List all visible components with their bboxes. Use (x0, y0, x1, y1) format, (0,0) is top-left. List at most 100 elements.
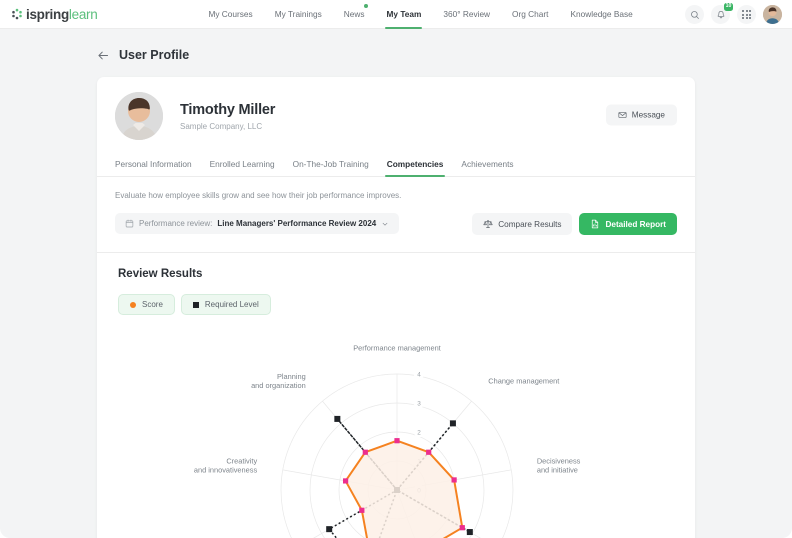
ispring-learn-logo[interactable]: ispringlearn (11, 6, 98, 22)
tab-on-the-job-training[interactable]: On-The-Job Training (284, 153, 378, 176)
radar-point-score (394, 438, 400, 444)
radar-tick-label: 3 (417, 401, 421, 408)
nav-item-knowledge-base[interactable]: Knowledge Base (559, 0, 643, 29)
radar-category-label: Change management (488, 377, 559, 386)
top-navigation-bar: ispringlearn My Courses My Trainings New… (0, 0, 792, 29)
tab-achievements[interactable]: Achievements (452, 153, 522, 176)
legend-chip-required-level[interactable]: Required Level (180, 294, 271, 315)
message-button[interactable]: Message (605, 104, 677, 126)
nav-label: Org Chart (512, 9, 549, 19)
radar-series-score (344, 439, 464, 538)
nav-links: My Courses My Trainings News My Team 360… (197, 0, 643, 29)
page-header: User Profile (0, 29, 792, 62)
tab-label: Enrolled Learning (209, 159, 275, 169)
radar-point-score (342, 478, 349, 484)
logo-text-ispring: ispring (26, 6, 69, 22)
radar-chart-svg: 01234Performance managementChange manage… (194, 344, 581, 538)
search-icon (690, 10, 699, 19)
message-button-label: Message (631, 110, 665, 120)
radar-category-label: Decisiveness (537, 456, 581, 465)
radar-category-label: Creativity (226, 456, 257, 465)
profile-company: Sample Company, LLC (180, 121, 263, 131)
black-square-icon (192, 301, 199, 308)
legend-label-score: Score (142, 300, 163, 309)
nav-label: News (343, 9, 365, 19)
profile-header: Timothy Miller Sample Company, LLC Messa… (97, 77, 695, 153)
tab-competencies[interactable]: Competencies (378, 153, 453, 177)
nav-label: My Courses (208, 9, 253, 19)
radar-point-score (451, 477, 457, 483)
chart-legend: Score Required Level (97, 280, 695, 315)
grid-apps-icon (741, 9, 752, 20)
radar-point-required-level (449, 420, 456, 427)
logo-text-learn: learn (68, 6, 98, 22)
tab-label: Competencies (386, 159, 444, 169)
radar-point-score (362, 449, 368, 455)
nav-item-my-team[interactable]: My Team (375, 0, 432, 29)
notification-badge: 10 (724, 3, 733, 11)
competencies-description: Evaluate how employee skills grow and se… (115, 191, 402, 200)
nav-item-my-courses[interactable]: My Courses (197, 0, 263, 29)
tab-label: Personal Information (115, 159, 192, 169)
radar-category-label: Performance management (353, 344, 441, 353)
radar-tick-label: 2 (417, 430, 421, 437)
tab-label: On-The-Job Training (292, 159, 369, 169)
ispring-flower-icon (12, 8, 22, 20)
tab-label: Achievements (461, 159, 514, 169)
profile-card: Timothy Miller Sample Company, LLC Messa… (97, 77, 695, 538)
nav-right-actions: 10 (685, 0, 782, 29)
envelope-icon (618, 112, 627, 118)
tab-personal-information[interactable]: Personal Information (115, 153, 201, 176)
chevron-down-icon (382, 222, 388, 226)
competency-radar-chart: 01234Performance managementChange manage… (97, 325, 695, 538)
apps-button[interactable] (737, 5, 756, 24)
nav-item-360-review[interactable]: 360° Review (432, 0, 501, 29)
radar-point-required-level (466, 529, 473, 536)
radar-tick-label: 4 (417, 372, 421, 379)
nav-label: Knowledge Base (570, 9, 633, 19)
nav-label: My Trainings (274, 9, 322, 19)
nav-item-my-trainings[interactable]: My Trainings (264, 0, 333, 29)
radar-point-score (459, 525, 465, 531)
tab-enrolled-learning[interactable]: Enrolled Learning (201, 153, 284, 176)
detailed-report-label: Detailed Report (605, 219, 666, 229)
bell-icon (717, 10, 724, 18)
news-notification-dot (364, 3, 369, 8)
radar-category-label: and initiative (537, 465, 578, 474)
notifications-button[interactable]: 10 (711, 3, 733, 24)
performance-review-label: Performance review: (139, 219, 213, 228)
radar-point-score (426, 449, 432, 455)
radar-point-score (359, 507, 365, 513)
compare-results-label: Compare Results (498, 219, 562, 229)
profile-tabs: Personal Information Enrolled Learning O… (97, 153, 695, 177)
nav-label: My Team (386, 9, 422, 19)
user-avatar-image (763, 5, 782, 24)
scales-icon (483, 220, 493, 228)
page-body: User Profile Timothy Miller Sample Compa (0, 29, 792, 538)
review-results-title: Review Results (118, 268, 203, 280)
nav-item-org-chart[interactable]: Org Chart (501, 0, 559, 29)
profile-info: Timothy Miller Sample Company, LLC (180, 102, 275, 131)
calendar-icon (125, 219, 134, 228)
compare-results-button[interactable]: Compare Results (472, 213, 573, 235)
nav-item-news[interactable]: News (333, 0, 376, 29)
competencies-action-buttons: Compare Results Detailed Report (472, 213, 677, 235)
performance-review-select[interactable]: Performance review: Line Managers' Perfo… (115, 213, 400, 234)
nav-label: 360° Review (443, 9, 491, 19)
profile-avatar (115, 92, 163, 140)
detailed-report-button[interactable]: Detailed Report (579, 213, 677, 235)
document-icon (592, 219, 599, 229)
app-root: ispringlearn My Courses My Trainings New… (0, 0, 792, 538)
performance-review-value: Line Managers' Performance Review 2024 (217, 219, 377, 228)
radar-category-label: and innovativeness (194, 465, 258, 474)
search-button[interactable] (685, 5, 704, 24)
radar-point-required-level (334, 415, 341, 422)
avatar[interactable] (763, 5, 782, 24)
page-title: User Profile (119, 48, 190, 62)
competencies-controls: Performance review: Line Managers' Perfo… (97, 200, 695, 235)
profile-avatar-image (115, 92, 163, 140)
radar-category-label: and organization (251, 381, 306, 390)
radar-category-label: Planning (277, 372, 306, 381)
legend-chip-score[interactable]: Score (118, 294, 175, 315)
back-arrow-icon[interactable] (97, 49, 110, 62)
